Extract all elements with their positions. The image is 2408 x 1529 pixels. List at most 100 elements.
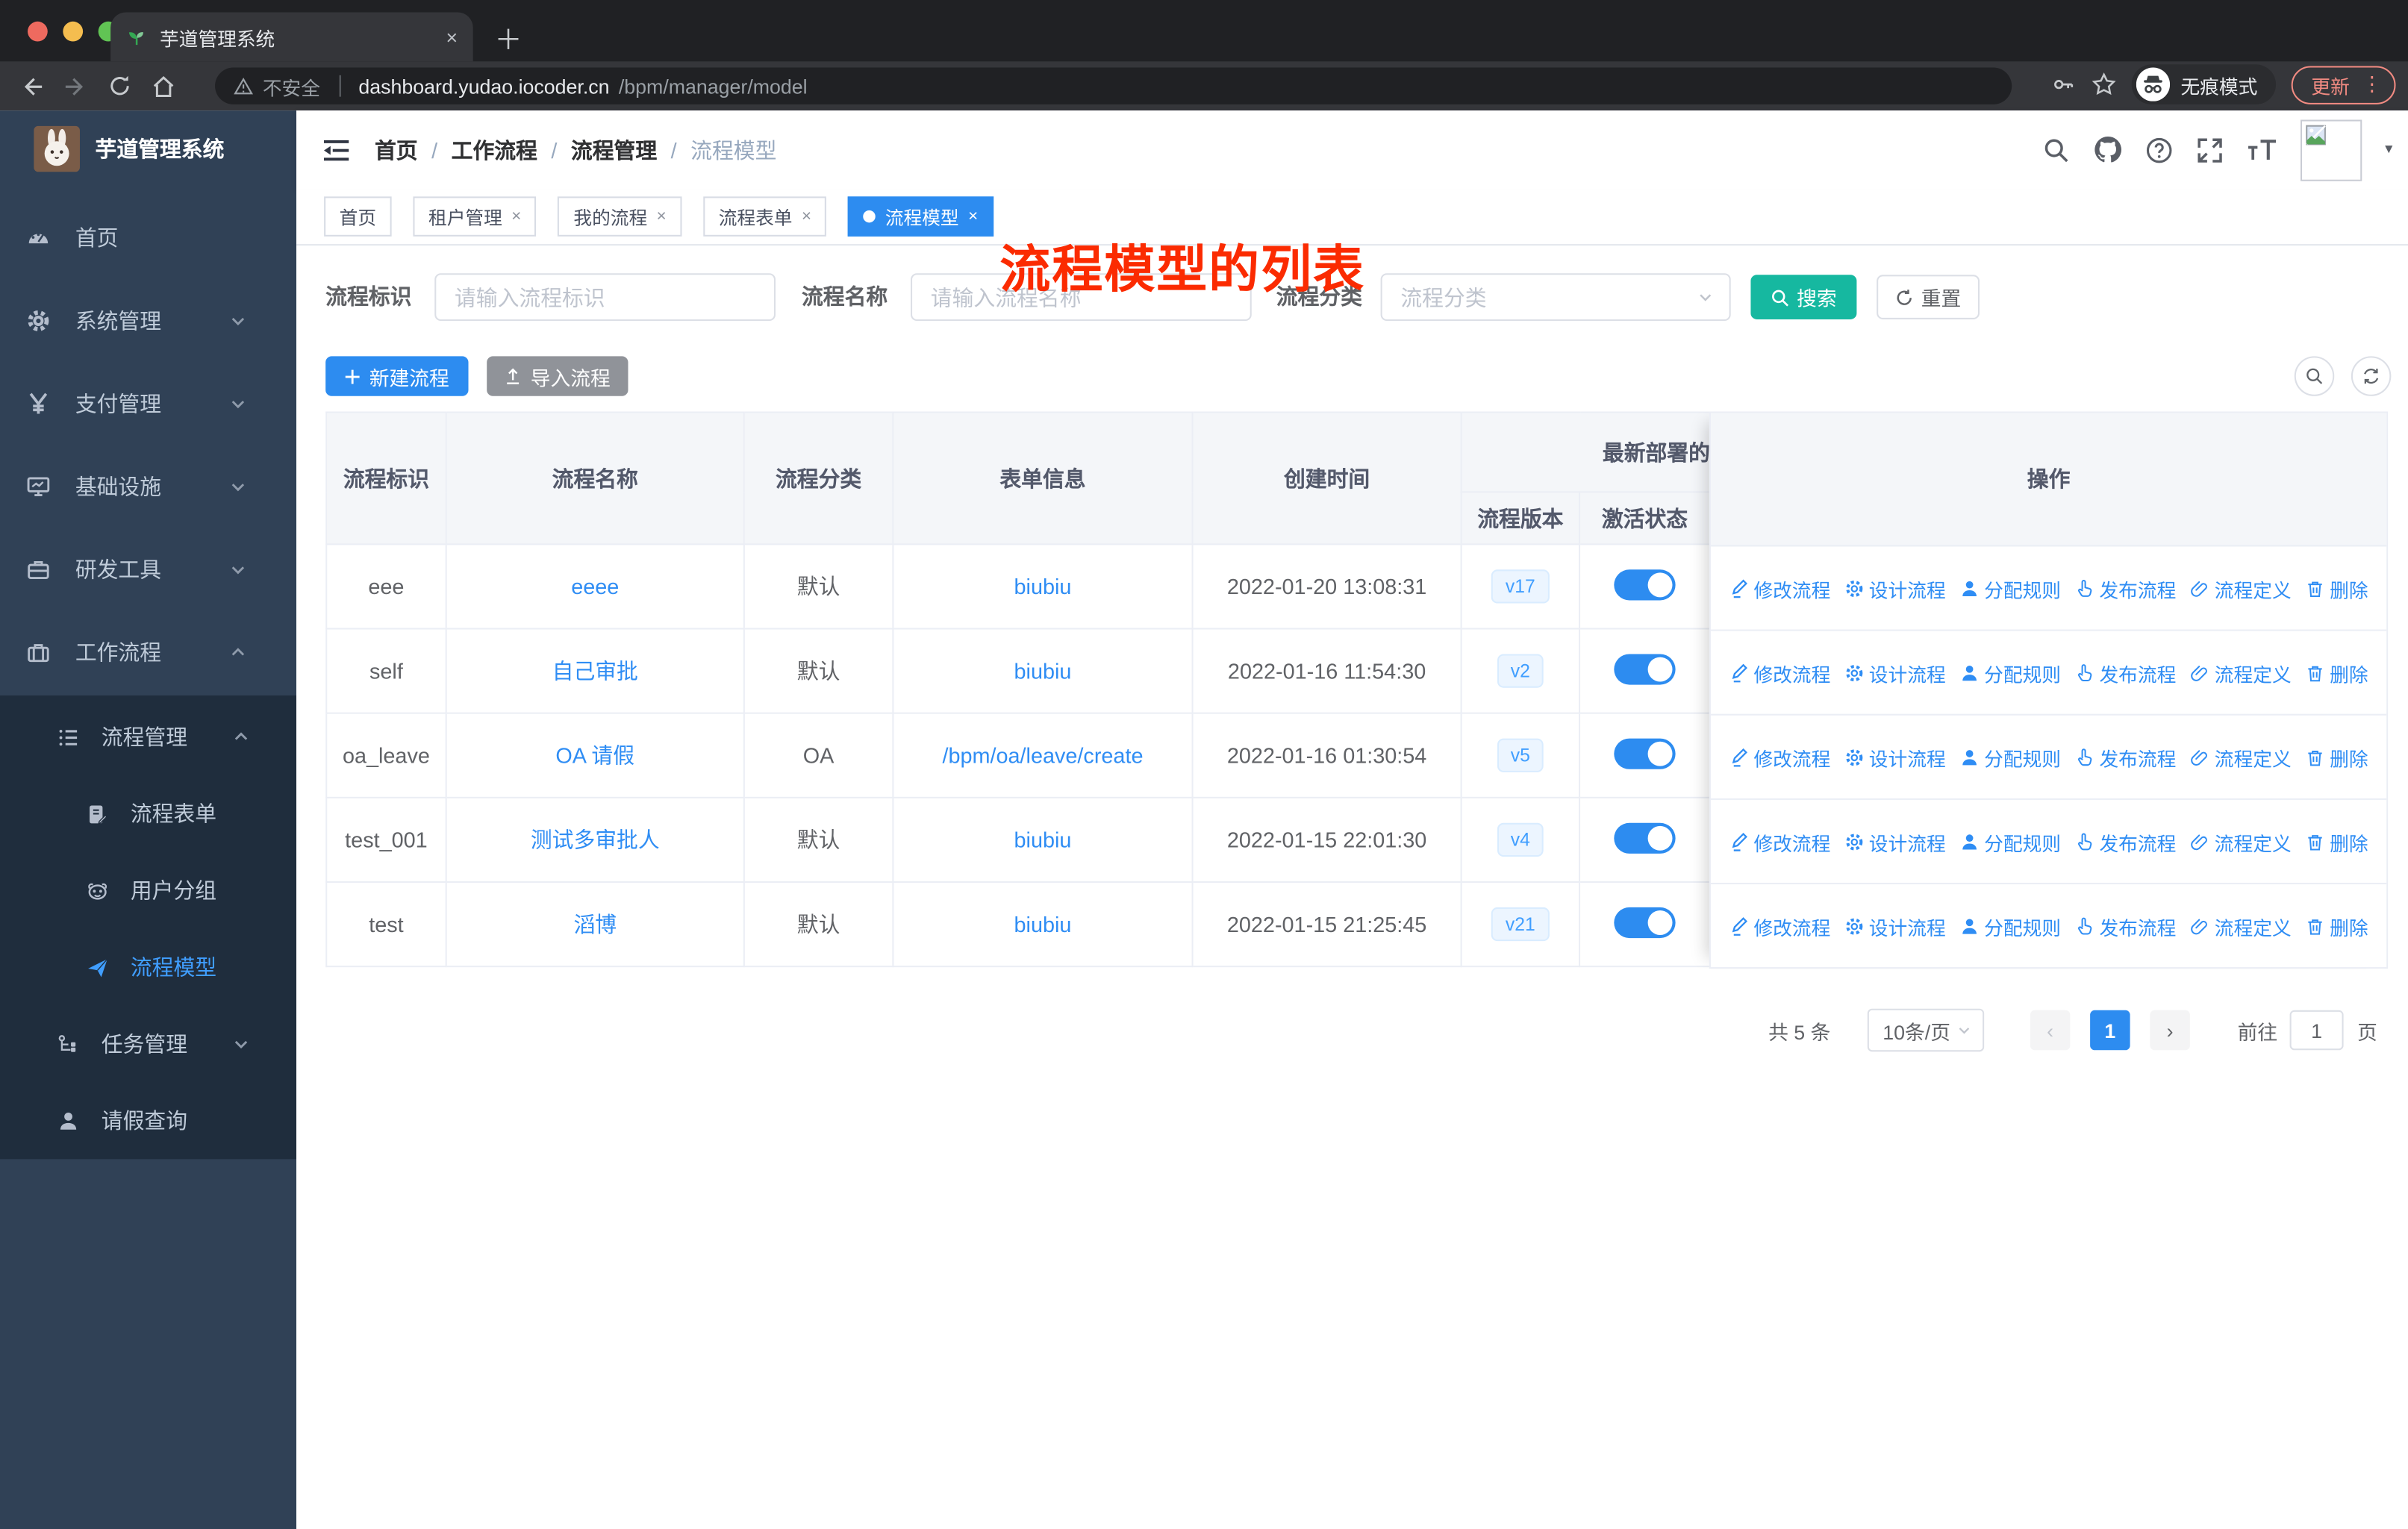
model-name-link[interactable]: 滔博 (573, 912, 617, 937)
create-process-button[interactable]: 新建流程 (325, 356, 469, 396)
traffic-light-close[interactable] (28, 21, 48, 42)
refresh-table-button[interactable] (2351, 356, 2392, 396)
sidebar-item-workflow[interactable]: 工作流程 (0, 611, 296, 694)
action-definition-link[interactable]: 流程定义 (2190, 573, 2292, 602)
app-logo-row[interactable]: 芋道管理系统 (0, 110, 296, 187)
tab-process-form[interactable]: 流程表单 × (703, 196, 827, 237)
model-name-link[interactable]: 测试多审批人 (531, 828, 660, 852)
close-icon[interactable]: × (802, 207, 811, 226)
action-delete-link[interactable]: 删除 (2305, 573, 2368, 602)
active-toggle[interactable] (1614, 737, 1676, 769)
action-delete-link[interactable]: 删除 (2305, 658, 2368, 687)
action-delete-link[interactable]: 删除 (2305, 742, 2368, 772)
form-info-link[interactable]: biubiu (1014, 574, 1072, 598)
action-publish-link[interactable]: 发布流程 (2075, 911, 2176, 940)
key-icon[interactable] (2052, 72, 2077, 97)
forward-icon[interactable] (63, 73, 89, 99)
action-delete-link[interactable]: 删除 (2305, 911, 2368, 940)
reset-button[interactable]: 重置 (1877, 275, 1980, 319)
sidebar-item-leave-query[interactable]: 请假查询 (0, 1082, 296, 1159)
action-edit-link[interactable]: 修改流程 (1729, 742, 1830, 772)
action-assign-link[interactable]: 分配规则 (1959, 573, 2061, 602)
action-publish-link[interactable]: 发布流程 (2075, 658, 2176, 687)
user-avatar[interactable] (2300, 119, 2362, 181)
current-page[interactable]: 1 (2090, 1010, 2130, 1051)
action-assign-link[interactable]: 分配规则 (1959, 742, 2061, 772)
new-tab-button[interactable]: ＋ (494, 19, 522, 58)
active-toggle[interactable] (1614, 653, 1676, 684)
version-tag[interactable]: v21 (1491, 907, 1550, 942)
action-design-link[interactable]: 设计流程 (1844, 911, 1946, 940)
browser-tab[interactable]: 芋道管理系统 × (110, 12, 473, 62)
close-icon[interactable]: × (657, 207, 667, 226)
breadcrumb-workflow[interactable]: 工作流程 (452, 134, 537, 165)
sidebar-item-task-manage[interactable]: 任务管理 (0, 1006, 296, 1083)
search-icon[interactable] (2042, 136, 2070, 163)
action-edit-link[interactable]: 修改流程 (1729, 827, 1830, 856)
github-icon[interactable] (2093, 135, 2122, 164)
hide-search-button[interactable] (2294, 356, 2335, 396)
filter-category-select[interactable]: 流程分类 (1380, 273, 1731, 321)
action-publish-link[interactable]: 发布流程 (2075, 827, 2176, 856)
breadcrumb-process-manage[interactable]: 流程管理 (571, 134, 657, 165)
sidebar-item-devtools[interactable]: 研发工具 (0, 528, 296, 611)
action-delete-link[interactable]: 删除 (2305, 827, 2368, 856)
prev-page-button[interactable]: ‹ (2030, 1010, 2071, 1051)
next-page-button[interactable]: › (2150, 1010, 2190, 1051)
url-bar[interactable]: 不安全 dashboard.yudao.iocoder.cn/bpm/manag… (215, 67, 2012, 104)
page-size-select[interactable]: 10条/页 (1867, 1008, 1985, 1052)
help-icon[interactable] (2145, 136, 2173, 163)
form-info-link[interactable]: biubiu (1014, 828, 1072, 852)
sidebar-item-process-manage[interactable]: 流程管理 (0, 698, 296, 775)
sidebar-item-user-group[interactable]: 用户分组 (0, 852, 296, 929)
close-icon[interactable]: × (968, 207, 978, 226)
action-definition-link[interactable]: 流程定义 (2190, 742, 2292, 772)
sidebar-item-process-model[interactable]: 流程模型 (0, 929, 296, 1006)
version-tag[interactable]: v4 (1497, 822, 1544, 857)
tab-process-model[interactable]: 流程模型 × (848, 196, 994, 237)
action-assign-link[interactable]: 分配规则 (1959, 827, 2061, 856)
sidebar-item-home[interactable]: 首页 (0, 196, 296, 279)
active-toggle[interactable] (1614, 906, 1676, 938)
action-design-link[interactable]: 设计流程 (1844, 573, 1946, 602)
back-icon[interactable] (19, 73, 45, 99)
sidebar-item-infra[interactable]: 基础设施 (0, 445, 296, 528)
sidebar-item-pay[interactable]: 支付管理 (0, 363, 296, 445)
action-definition-link[interactable]: 流程定义 (2190, 658, 2292, 687)
model-name-link[interactable]: OA 请假 (555, 743, 634, 768)
action-assign-link[interactable]: 分配规则 (1959, 658, 2061, 687)
goto-page-input[interactable] (2289, 1010, 2344, 1051)
action-edit-link[interactable]: 修改流程 (1729, 911, 1830, 940)
import-process-button[interactable]: 导入流程 (487, 356, 628, 396)
action-definition-link[interactable]: 流程定义 (2190, 911, 2292, 940)
breadcrumb-home[interactable]: 首页 (375, 134, 418, 165)
tab-close-icon[interactable]: × (446, 25, 458, 49)
model-name-link[interactable]: eeee (571, 574, 619, 598)
tab-my-process[interactable]: 我的流程 × (558, 196, 682, 237)
tab-tenant[interactable]: 租户管理 × (413, 196, 537, 237)
action-publish-link[interactable]: 发布流程 (2075, 573, 2176, 602)
font-size-icon[interactable] (2247, 137, 2277, 162)
model-name-link[interactable]: 自己审批 (552, 659, 638, 684)
version-tag[interactable]: v5 (1497, 738, 1544, 772)
avatar-caret-icon[interactable]: ▾ (2385, 141, 2392, 158)
action-publish-link[interactable]: 发布流程 (2075, 742, 2176, 772)
version-tag[interactable]: v2 (1497, 654, 1544, 688)
action-design-link[interactable]: 设计流程 (1844, 742, 1946, 772)
home-icon[interactable] (151, 73, 177, 99)
form-info-link[interactable]: biubiu (1014, 659, 1072, 684)
browser-menu-icon[interactable]: ⋮ (2362, 72, 2382, 97)
traffic-light-minimize[interactable] (63, 21, 84, 42)
sidebar-item-system[interactable]: 系统管理 (0, 279, 296, 362)
form-info-link[interactable]: /bpm/oa/leave/create (942, 743, 1143, 768)
sidebar-item-process-form[interactable]: 流程表单 (0, 775, 296, 852)
close-icon[interactable]: × (511, 207, 521, 226)
active-toggle[interactable] (1614, 822, 1676, 853)
bookmark-star-icon[interactable] (2092, 72, 2116, 97)
action-assign-link[interactable]: 分配规则 (1959, 911, 2061, 940)
active-toggle[interactable] (1614, 569, 1676, 600)
search-button[interactable]: 搜索 (1750, 275, 1857, 319)
action-edit-link[interactable]: 修改流程 (1729, 573, 1830, 602)
form-info-link[interactable]: biubiu (1014, 912, 1072, 937)
filter-id-input[interactable] (434, 273, 776, 321)
